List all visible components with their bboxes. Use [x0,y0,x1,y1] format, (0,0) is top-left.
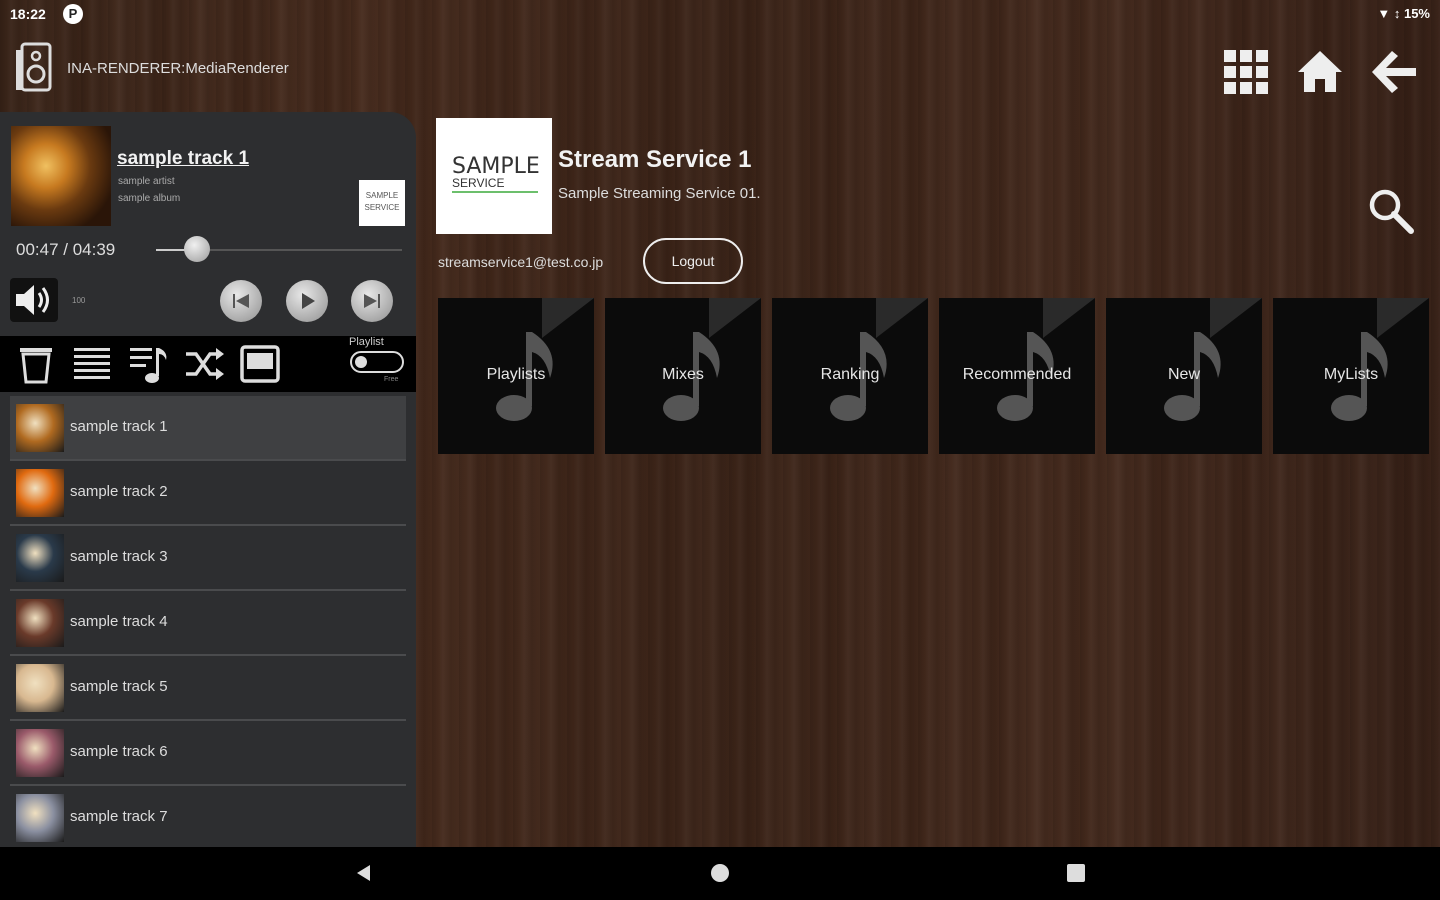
next-icon[interactable] [351,280,393,322]
track-row[interactable]: sample track 5 [10,656,406,721]
category-label: Ranking [820,366,880,383]
category-tile-new[interactable]: New [1106,298,1262,454]
volume-value: 100 [72,296,86,305]
playlist-toggle-knob [355,356,367,368]
playlist-toggle-sublabel: Free [384,376,399,383]
track-title: sample track 3 [70,548,168,565]
trash-icon[interactable] [14,342,58,386]
navigation-bar [0,847,1440,900]
category-label: Mixes [662,366,704,383]
track-list: sample track 1 sample track 2 sample track… [10,396,406,847]
service-thumbnail: SAMPLE SERVICE [359,180,405,226]
player-panel: sample track 1 sample artist sample albu… [0,112,416,847]
track-thumbnail [16,534,64,582]
track-title: sample track 1 [70,418,168,435]
track-thumbnail [16,664,64,712]
search-icon[interactable] [1366,186,1416,236]
seek-handle[interactable] [184,236,210,262]
service-logo-subtext: SERVICE [452,176,505,190]
track-thumbnail [16,729,64,777]
renderer-name[interactable]: INA-RENDERER:MediaRenderer [67,60,289,77]
category-tile-playlists[interactable]: Playlists [438,298,594,454]
grid-icon[interactable] [1220,46,1272,98]
shuffle-icon[interactable] [182,342,226,386]
track-row[interactable]: sample track 7 [10,786,406,847]
track-title: sample track 6 [70,743,168,760]
speaker-icon[interactable] [14,42,52,94]
category-tile-mylists[interactable]: MyLists [1273,298,1429,454]
category-tile-recommended[interactable]: Recommended [939,298,1095,454]
service-description: Sample Streaming Service 01. [558,185,761,202]
track-thumbnail [16,794,64,842]
track-title: sample track 2 [70,483,168,500]
back-arrow-icon[interactable] [1370,46,1422,98]
volume-icon[interactable] [10,278,58,322]
service-name: Stream Service 1 [558,146,752,173]
category-tile-ranking[interactable]: Ranking [772,298,928,454]
play-icon[interactable] [286,280,328,322]
account-email: streamservice1@test.co.jp [438,254,604,270]
nav-home-icon[interactable] [708,861,732,885]
battery-level: 15% [1403,6,1430,21]
now-playing-artist: sample artist [118,176,175,187]
track-row[interactable]: sample track 3 [10,526,406,591]
service-logo-underline [452,191,538,193]
track-thumbnail [16,404,64,452]
now-playing-album: sample album [118,193,181,204]
signal-icon: ↕ [1393,6,1401,21]
music-list-icon[interactable] [126,342,170,386]
track-title: sample track 4 [70,613,168,630]
category-label: Playlists [486,366,546,383]
track-row[interactable]: sample track 4 [10,591,406,656]
track-row[interactable]: sample track 6 [10,721,406,786]
status-bar: 18:22 P ▼ ↕ 15% [0,0,1440,28]
wifi-icon: ▼ [1377,6,1391,21]
home-icon[interactable] [1294,46,1346,98]
track-title: sample track 5 [70,678,168,695]
category-tile-mixes[interactable]: Mixes [605,298,761,454]
system-status-icons: ▼ ↕ 15% [1377,6,1430,21]
playback-time: 00:47 / 04:39 [16,240,116,259]
logout-button[interactable]: Logout [643,238,743,284]
notification-icon: P [63,4,83,24]
track-row[interactable]: sample track 1 [10,396,406,461]
track-row[interactable]: sample track 2 [10,461,406,526]
track-thumbnail [16,469,64,517]
nav-recents-icon[interactable] [1064,861,1088,885]
list-icon[interactable] [70,342,114,386]
previous-icon[interactable] [220,280,262,322]
status-clock: 18:22 [10,6,46,22]
now-playing-title[interactable]: sample track 1 [117,148,249,170]
nav-back-icon[interactable] [352,861,376,885]
category-label: MyLists [1323,366,1379,383]
category-label: New [1167,366,1200,383]
track-title: sample track 7 [70,808,168,825]
category-label: Recommended [962,366,1072,383]
playlist-toggle-label: Playlist [349,336,384,348]
screen-icon[interactable] [238,342,282,386]
album-art [11,126,111,226]
track-thumbnail [16,599,64,647]
